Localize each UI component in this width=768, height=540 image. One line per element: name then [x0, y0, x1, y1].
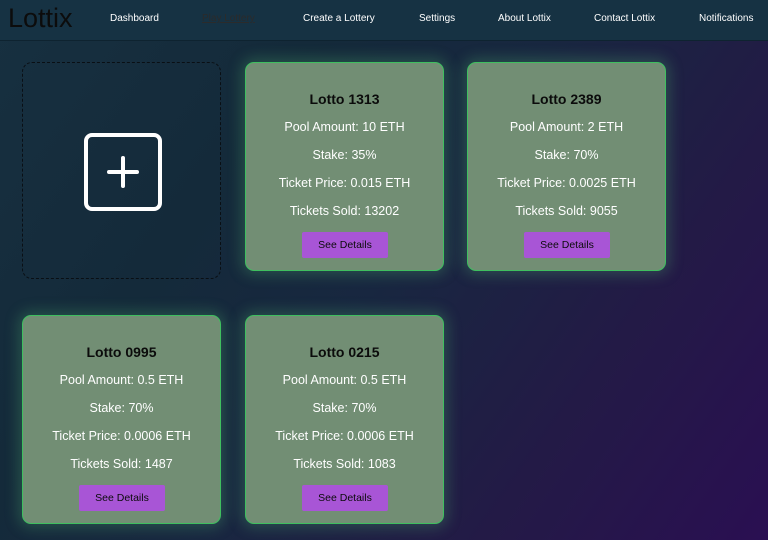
- stake: Stake: 70%: [534, 148, 599, 162]
- nav-settings[interactable]: Settings: [419, 12, 455, 25]
- tickets-sold: Tickets Sold: 13202: [289, 204, 400, 218]
- ticket-price: Ticket Price: 0.0006 ETH: [275, 429, 414, 443]
- lottery-card: Lotto 2389 Pool Amount: 2 ETH Stake: 70%…: [467, 62, 666, 271]
- app-logo[interactable]: Lottix: [8, 3, 73, 33]
- pool-amount: Pool Amount: 10 ETH: [284, 120, 405, 134]
- stake: Stake: 70%: [312, 401, 377, 415]
- see-details-button[interactable]: See Details: [302, 232, 388, 258]
- lottery-card: Lotto 0995 Pool Amount: 0.5 ETH Stake: 7…: [22, 315, 221, 524]
- tickets-sold: Tickets Sold: 1083: [293, 457, 396, 471]
- card-title: Lotto 1313: [309, 91, 380, 107]
- plus-vertical-bar: [121, 156, 125, 188]
- stake: Stake: 35%: [312, 148, 377, 162]
- pool-amount: Pool Amount: 2 ETH: [509, 120, 624, 134]
- tickets-sold: Tickets Sold: 9055: [515, 204, 618, 218]
- nav-dashboard[interactable]: Dashboard: [110, 12, 159, 25]
- plus-square-icon: [84, 133, 162, 211]
- nav-about[interactable]: About Lottix: [498, 12, 551, 25]
- tickets-sold: Tickets Sold: 1487: [70, 457, 173, 471]
- lottery-card: Lotto 0215 Pool Amount: 0.5 ETH Stake: 7…: [245, 315, 444, 524]
- add-lottery-card[interactable]: [22, 62, 221, 279]
- top-navbar: Lottix Dashboard Play Lottery Create a L…: [0, 0, 768, 41]
- see-details-button[interactable]: See Details: [302, 485, 388, 511]
- nav-notifications[interactable]: Notifications: [699, 12, 753, 25]
- ticket-price: Ticket Price: 0.0025 ETH: [497, 176, 636, 190]
- card-title: Lotto 0995: [86, 344, 157, 360]
- stake: Stake: 70%: [89, 401, 154, 415]
- nav-play-lottery[interactable]: Play Lottery: [202, 12, 255, 25]
- card-title: Lotto 0215: [309, 344, 380, 360]
- nav-contact[interactable]: Contact Lottix: [594, 12, 655, 25]
- ticket-price: Ticket Price: 0.015 ETH: [278, 176, 411, 190]
- pool-amount: Pool Amount: 0.5 ETH: [59, 373, 184, 387]
- pool-amount: Pool Amount: 0.5 ETH: [282, 373, 407, 387]
- see-details-button[interactable]: See Details: [79, 485, 165, 511]
- ticket-price: Ticket Price: 0.0006 ETH: [52, 429, 191, 443]
- card-title: Lotto 2389: [531, 91, 602, 107]
- lottery-card: Lotto 1313 Pool Amount: 10 ETH Stake: 35…: [245, 62, 444, 271]
- see-details-button[interactable]: See Details: [524, 232, 610, 258]
- nav-create-lottery[interactable]: Create a Lottery: [303, 12, 375, 25]
